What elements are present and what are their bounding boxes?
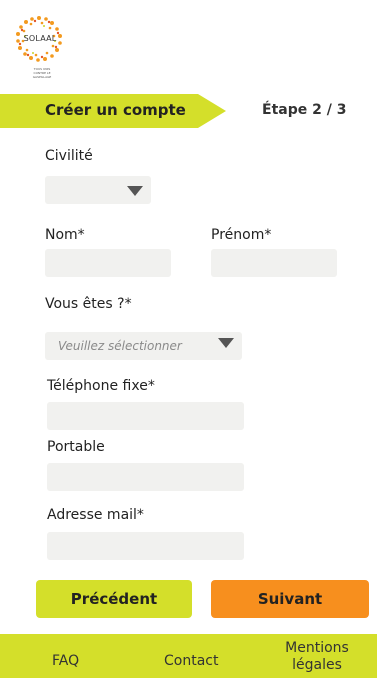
portable-input[interactable]: [47, 463, 244, 491]
footer: FAQ Contact Mentions légales: [0, 634, 377, 678]
footer-link-faq[interactable]: FAQ: [52, 653, 79, 669]
footer-link-contact[interactable]: Contact: [164, 653, 218, 669]
civilite-select[interactable]: [45, 176, 151, 204]
portable-label: Portable: [47, 439, 105, 455]
vous-etes-label: Vous êtes ?*: [45, 296, 132, 312]
prenom-label: Prénom*: [211, 227, 272, 243]
footer-link-mentions[interactable]: Mentions légales: [284, 640, 350, 674]
chevron-down-icon: [127, 186, 143, 196]
email-label: Adresse mail*: [47, 507, 144, 523]
nom-label: Nom*: [45, 227, 85, 243]
logo-text: SOLAAL: [23, 34, 57, 43]
tel-fixe-label: Téléphone fixe*: [47, 378, 155, 394]
prenom-input[interactable]: [211, 249, 337, 277]
solaal-logo[interactable]: SOLAAL TOUS UNIS CONTRE LE GASPILLAGE: [14, 14, 66, 79]
mentions-line-1: Mentions: [285, 640, 349, 656]
chevron-down-icon: [218, 338, 234, 348]
logo-tagline-2: CONTRE LE GASPILLAGE: [32, 71, 52, 79]
vous-etes-select[interactable]: Veuillez sélectionner: [45, 332, 242, 360]
civilite-label: Civilité: [45, 148, 93, 164]
tel-fixe-input[interactable]: [47, 402, 244, 430]
vous-etes-placeholder: Veuillez sélectionner: [58, 339, 182, 353]
step-counter: Étape 2 / 3: [262, 102, 347, 118]
previous-button[interactable]: Précédent: [36, 580, 192, 618]
mentions-line-2: légales: [292, 657, 342, 673]
step-banner: Créer un compte Étape 2 / 3: [0, 94, 377, 128]
nom-input[interactable]: [45, 249, 171, 277]
next-button[interactable]: Suivant: [211, 580, 369, 618]
step-title: Créer un compte: [45, 101, 186, 119]
email-input[interactable]: [47, 532, 244, 560]
